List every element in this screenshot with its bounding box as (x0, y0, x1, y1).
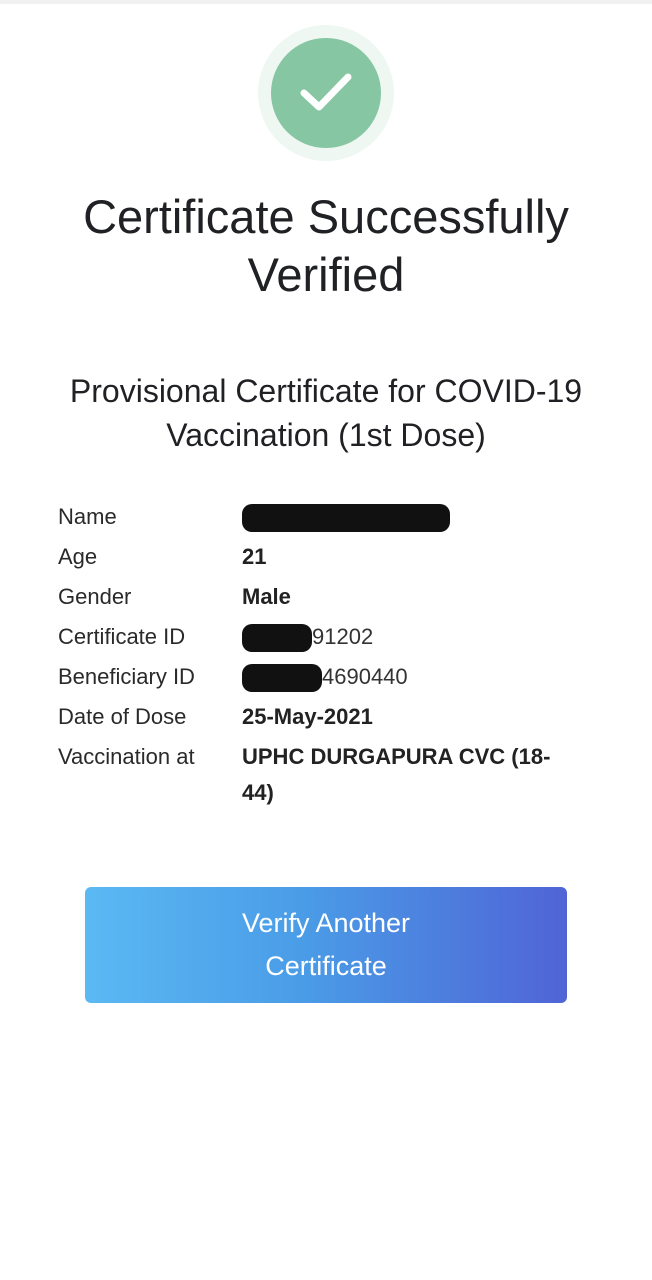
top-status-strip (0, 0, 652, 4)
detail-value-redacted (242, 499, 578, 535)
detail-row-gender: Gender Male (58, 579, 578, 615)
certificate-subtitle: Provisional Certificate for COVID-19 Vac… (69, 373, 583, 453)
detail-value-redacted: 91202 (242, 619, 578, 655)
check-icon (300, 73, 352, 111)
details-table: Name Age 21 Gender Male Certificate ID 9… (58, 499, 578, 815)
detail-value-partial: 4690440 (322, 664, 408, 689)
detail-row-date-of-dose: Date of Dose 25-May-2021 (58, 699, 578, 735)
success-circle (271, 38, 381, 148)
detail-label: Age (58, 544, 98, 569)
page-title: Certificate Successfully Verified (83, 190, 569, 301)
verify-another-button[interactable]: Verify Another Certificate (85, 887, 567, 1003)
detail-label: Certificate ID (58, 624, 186, 649)
detail-value-partial: 91202 (312, 624, 374, 649)
detail-label: Beneficiary ID (58, 664, 195, 689)
detail-value: 25-May-2021 (242, 704, 373, 729)
detail-label: Date of Dose (58, 704, 187, 729)
detail-row-beneficiary-id: Beneficiary ID 4690440 (58, 659, 578, 695)
redaction-mark (242, 504, 450, 533)
detail-value: Male (242, 584, 291, 609)
detail-row-name: Name (58, 499, 578, 535)
success-badge (258, 25, 394, 161)
detail-row-vaccination-at: Vaccination at UPHC DURGAPURA CVC (18-44… (58, 739, 578, 811)
detail-value: 21 (242, 544, 267, 569)
detail-row-age: Age 21 (58, 539, 578, 575)
detail-row-certificate-id: Certificate ID 91202 (58, 619, 578, 655)
detail-value-redacted: 4690440 (242, 659, 578, 695)
detail-label: Name (58, 504, 117, 529)
detail-label: Vaccination at (58, 744, 195, 769)
detail-value: UPHC DURGAPURA CVC (18-44) (242, 744, 551, 805)
detail-label: Gender (58, 584, 132, 609)
redaction-mark (242, 624, 312, 653)
redaction-mark (242, 664, 322, 693)
verify-another-label: Verify Another Certificate (241, 908, 411, 981)
